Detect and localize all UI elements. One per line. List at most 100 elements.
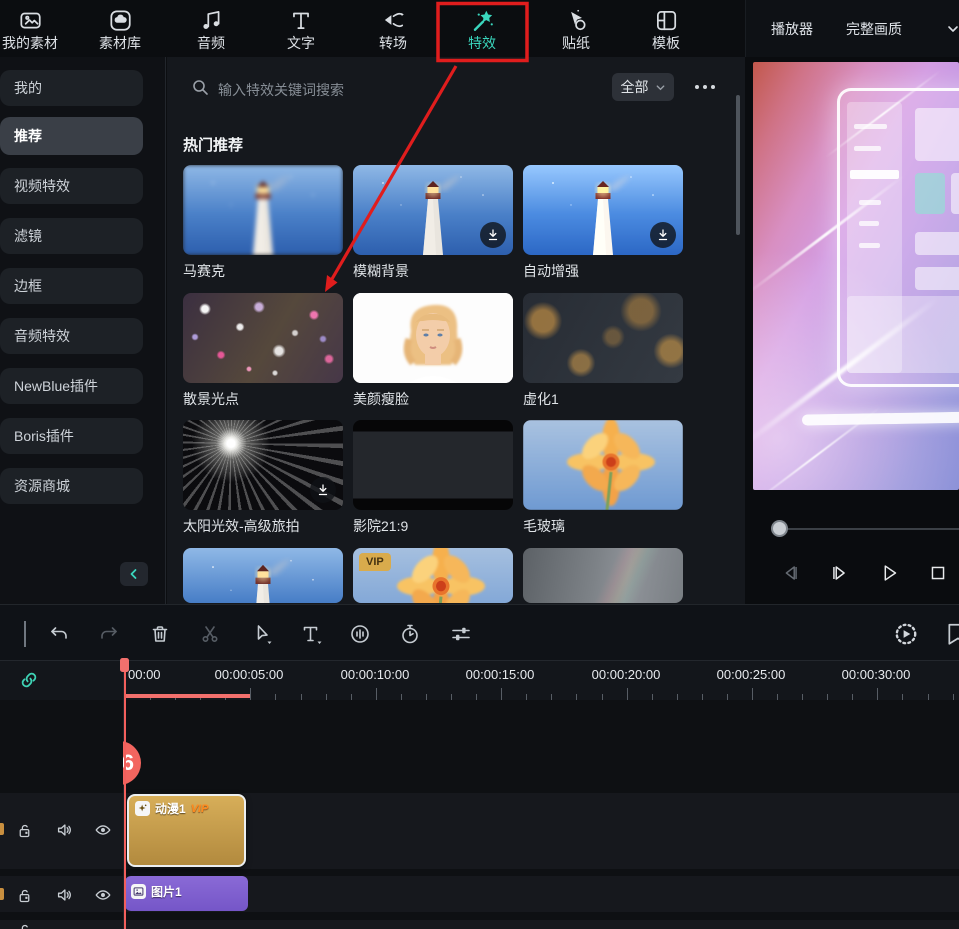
sidebar-collapse-button[interactable] [120,562,148,586]
chevron-down-icon [655,82,666,93]
timeline-toolbar [0,604,959,660]
sidebar-item-recommended[interactable]: 推荐 [0,117,143,155]
text-icon [259,4,343,33]
download-icon[interactable] [310,477,336,503]
effect-card-auto-enhance[interactable] [523,165,683,255]
toolbar-divider [24,621,26,647]
marker-button[interactable] [944,620,959,648]
clip-image1[interactable]: 图片1 [125,876,248,911]
template-icon [624,4,708,33]
track-type-partial-icon [0,888,4,900]
play-button[interactable] [876,560,902,586]
sidebar-item-audio-effects[interactable]: 音频特效 [0,318,143,354]
timer-button[interactable] [396,620,424,648]
tab-text[interactable]: 文字 [259,4,343,52]
gray-art [523,548,683,603]
effect-card-frosted-glass[interactable] [523,420,683,510]
effect-card-blur1[interactable] [523,293,683,383]
content-scrollbar[interactable] [736,95,740,235]
track3-lock-icon[interactable] [15,921,33,929]
quality-chevron-down-icon[interactable] [946,22,959,36]
playhead[interactable] [124,659,126,929]
track1-volume-icon[interactable] [55,821,73,839]
my-media-icon [0,4,72,33]
sidebar-item-video-effects[interactable]: 视频特效 [0,168,143,204]
transition-icon [351,4,435,33]
sidebar-item-borders[interactable]: 边框 [0,268,143,304]
tab-audio[interactable]: 音频 [169,4,253,52]
delete-button[interactable] [146,620,174,648]
filmora-app-window: 我的素材 素材库 音频 文字 转场 特效 贴纸 模板 [0,0,959,929]
track2-visibility-icon[interactable] [94,886,112,904]
effect-card-bokeh-lights[interactable] [183,293,343,383]
effect-card-beauty-face[interactable] [353,293,513,383]
seek-bar[interactable] [781,528,959,530]
more-options-icon[interactable] [695,85,715,89]
preview-video [753,62,959,490]
adjust-button[interactable] [447,620,475,648]
sticker-cursor-icon [534,4,618,33]
search-icon [192,79,209,96]
text-tool-button[interactable] [297,620,325,648]
track2-lock-icon[interactable] [15,886,33,904]
effect-label: 美颜瘦脸 [353,389,409,409]
filter-dropdown[interactable]: 全部 [612,73,674,101]
track2-volume-icon[interactable] [55,886,73,904]
effect-card-partial-3[interactable] [523,548,683,603]
download-icon[interactable] [650,222,676,248]
music-note-icon [169,4,253,33]
select-tool-button[interactable] [248,620,276,648]
bokeh-art [523,293,683,383]
effect-label: 马赛克 [183,261,225,281]
sidebar-item-store[interactable]: 资源商城 [0,468,143,504]
sidebar-item-newblue[interactable]: NewBlue插件 [0,368,143,404]
seek-handle[interactable] [771,520,788,537]
download-icon[interactable] [480,222,506,248]
effect-card-sunlight[interactable] [183,420,343,510]
render-preview-button[interactable] [892,620,920,648]
effect-label: 散景光点 [183,389,239,409]
tracks-clip-region: 6 动漫1 VIP 图片1 [123,660,959,929]
previous-frame-button[interactable] [778,560,804,586]
effect-label: 太阳光效-高级旅拍 [183,516,300,536]
audio-tool-button[interactable] [346,620,374,648]
sidebar-item-filters[interactable]: 滤镜 [0,218,143,254]
cinema-bars-art [353,420,513,510]
effect-card-partial-1[interactable] [183,548,343,603]
tab-templates[interactable]: 模板 [624,4,708,52]
next-frame-button[interactable] [826,560,852,586]
effect-label: 模糊背景 [353,261,409,281]
effect-card-partial-2[interactable]: VIP [353,548,513,603]
tab-stickers[interactable]: 贴纸 [534,4,618,52]
playhead-handle[interactable] [120,658,129,672]
bokeh-art [183,293,343,383]
sidebar-item-mine[interactable]: 我的 [0,70,143,106]
track1-lock-icon[interactable] [15,821,33,839]
split-button[interactable] [196,620,224,648]
media-library-icon [78,4,162,33]
effect-card-blur-background[interactable] [353,165,513,255]
search-input[interactable]: 输入特效关键词搜索 [218,80,344,100]
effect-label: 虚化1 [523,389,559,409]
undo-button[interactable] [45,620,73,648]
link-icon[interactable] [18,669,40,691]
chevron-left-icon [128,568,140,580]
stop-button[interactable] [925,560,951,586]
magic-wand-icon [440,4,524,33]
track1-visibility-icon[interactable] [94,821,112,839]
tab-media-library[interactable]: 素材库 [78,4,162,52]
player-title: 播放器 [771,19,813,39]
player-header: 播放器 完整画质 [745,0,959,57]
tab-effects[interactable]: 特效 [440,4,524,52]
player-panel [745,57,959,604]
effect-label: 自动增强 [523,261,579,281]
image-clip-icon [131,884,146,899]
effect-card-cinema219[interactable] [353,420,513,510]
redo-button[interactable] [95,620,123,648]
sidebar-item-boris[interactable]: Boris插件 [0,418,143,454]
tab-my-media[interactable]: 我的素材 [0,4,72,52]
effect-card-mosaic[interactable] [183,165,343,255]
tab-transitions[interactable]: 转场 [351,4,435,52]
quality-selector[interactable]: 完整画质 [846,19,902,39]
clip-effect-anime1[interactable]: 动漫1 VIP [127,794,246,867]
